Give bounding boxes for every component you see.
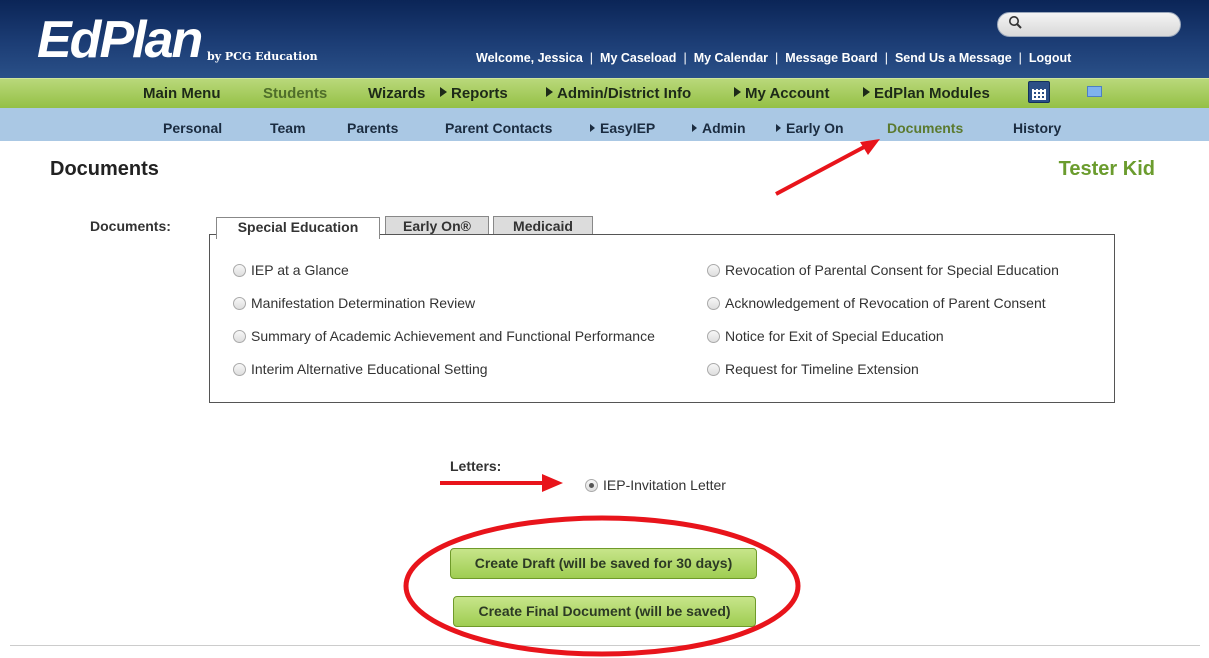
welcome-text: Welcome, Jessica — [476, 51, 583, 65]
search-icon[interactable] — [1008, 15, 1022, 29]
arrow-right-icon — [863, 87, 870, 97]
arrow-right-icon — [692, 124, 697, 132]
radio-button[interactable] — [707, 363, 720, 376]
option-label: Manifestation Determination Review — [251, 295, 476, 311]
doc-option[interactable]: Manifestation Determination Review — [233, 295, 475, 311]
option-label: Notice for Exit of Special Education — [725, 328, 944, 344]
subnav-team[interactable]: Team — [270, 120, 306, 136]
tab-medicaid[interactable]: Medicaid — [493, 216, 593, 236]
my-calendar-link[interactable]: My Calendar — [694, 51, 768, 65]
subnav-admin[interactable]: Admin — [692, 120, 746, 136]
edplan-logo[interactable]: EdPlan — [37, 14, 203, 66]
nav-edplan-modules[interactable]: EdPlan Modules — [863, 85, 990, 102]
create-draft-button[interactable]: Create Draft (will be saved for 30 days) — [450, 548, 757, 579]
top-links: Welcome, Jessica | My Caseload | My Calendar… — [476, 51, 1072, 65]
arrow-right-icon — [776, 124, 781, 132]
student-name: Tester Kid — [1058, 158, 1155, 180]
subnav-history[interactable]: History — [1013, 120, 1061, 136]
nav-label: Reports — [451, 85, 508, 102]
subnav-parents[interactable]: Parents — [347, 120, 398, 136]
option-label: IEP at a Glance — [251, 262, 349, 278]
tab-early-on[interactable]: Early On® — [385, 216, 489, 236]
footer-divider — [10, 645, 1200, 646]
documents-label: Documents: — [90, 218, 171, 234]
nav-label: EdPlan Modules — [874, 85, 990, 102]
logout-link[interactable]: Logout — [1029, 51, 1071, 65]
radio-button[interactable] — [707, 297, 720, 310]
subnav-personal[interactable]: Personal — [163, 120, 222, 136]
calendar-icon[interactable] — [1028, 81, 1050, 103]
send-message-link[interactable]: Send Us a Message — [895, 51, 1012, 65]
subnav-label: Early On — [786, 120, 844, 136]
nav-wizards[interactable]: Wizards — [368, 85, 425, 102]
nav-students[interactable]: Students — [263, 85, 327, 102]
subnav-label: EasyIEP — [600, 120, 656, 136]
radio-button[interactable] — [233, 363, 246, 376]
option-label: Summary of Academic Achievement and Func… — [251, 328, 655, 344]
tab-special-education[interactable]: Special Education — [216, 217, 380, 239]
option-label: Interim Alternative Educational Setting — [251, 361, 488, 377]
subnav-label: Admin — [702, 120, 746, 136]
radio-button[interactable] — [233, 297, 246, 310]
arrow-right-icon — [440, 87, 447, 97]
doc-option[interactable]: Interim Alternative Educational Setting — [233, 361, 488, 377]
doc-option[interactable]: Summary of Academic Achievement and Func… — [233, 328, 655, 344]
radio-button[interactable] — [233, 330, 246, 343]
annotation-ellipse — [403, 515, 801, 657]
my-caseload-link[interactable]: My Caseload — [600, 51, 676, 65]
mail-icon[interactable] — [1087, 86, 1102, 97]
nav-label: My Account — [745, 85, 830, 102]
nav-admin-district[interactable]: Admin/District Info — [546, 85, 691, 102]
logo-subtitle: by PCG Education — [207, 50, 318, 63]
create-final-button[interactable]: Create Final Document (will be saved) — [453, 596, 756, 627]
nav-label: Main Menu — [143, 85, 221, 102]
doc-option[interactable]: Notice for Exit of Special Education — [707, 328, 944, 344]
letters-label: Letters: — [450, 458, 502, 474]
subnav-early-on[interactable]: Early On — [776, 120, 844, 136]
radio-button[interactable] — [707, 264, 720, 277]
doc-option[interactable]: Request for Timeline Extension — [707, 361, 919, 377]
nav-label: Admin/District Info — [557, 85, 692, 102]
option-label: Request for Timeline Extension — [725, 361, 919, 377]
radio-button[interactable] — [707, 330, 720, 343]
doc-option[interactable]: Acknowledgement of Revocation of Parent … — [707, 295, 1046, 311]
subnav-parent-contacts[interactable]: Parent Contacts — [445, 120, 552, 136]
doc-option[interactable]: IEP at a Glance — [233, 262, 349, 278]
arrow-right-icon — [590, 124, 595, 132]
nav-label: Students — [263, 85, 328, 102]
app-header: EdPlan by PCG Education Welcome, Jessica… — [0, 0, 1209, 78]
subnav-documents[interactable]: Documents — [887, 120, 963, 136]
annotation-arrowhead — [542, 474, 563, 492]
nav-my-account[interactable]: My Account — [734, 85, 829, 102]
annotation-arrow-documents — [775, 144, 867, 196]
option-label: Acknowledgement of Revocation of Parent … — [725, 295, 1046, 311]
letter-option[interactable]: IEP-Invitation Letter — [585, 477, 726, 493]
radio-button-selected[interactable] — [585, 479, 598, 492]
documents-panel — [209, 234, 1115, 403]
radio-button[interactable] — [233, 264, 246, 277]
option-label: Revocation of Parental Consent for Speci… — [725, 262, 1059, 278]
message-board-link[interactable]: Message Board — [785, 51, 877, 65]
page-title: Documents — [50, 158, 159, 180]
annotation-arrowhead — [860, 139, 880, 155]
nav-reports[interactable]: Reports — [440, 85, 508, 102]
arrow-right-icon — [734, 87, 741, 97]
nav-label: Wizards — [368, 85, 426, 102]
option-label: IEP-Invitation Letter — [603, 477, 726, 493]
sub-nav: Personal Team Parents Parent Contacts Ea… — [0, 108, 1209, 141]
arrow-right-icon — [546, 87, 553, 97]
nav-main-menu[interactable]: Main Menu — [143, 85, 221, 102]
search-input[interactable] — [997, 12, 1181, 37]
doc-option[interactable]: Revocation of Parental Consent for Speci… — [707, 262, 1059, 278]
subnav-easyiep[interactable]: EasyIEP — [590, 120, 655, 136]
